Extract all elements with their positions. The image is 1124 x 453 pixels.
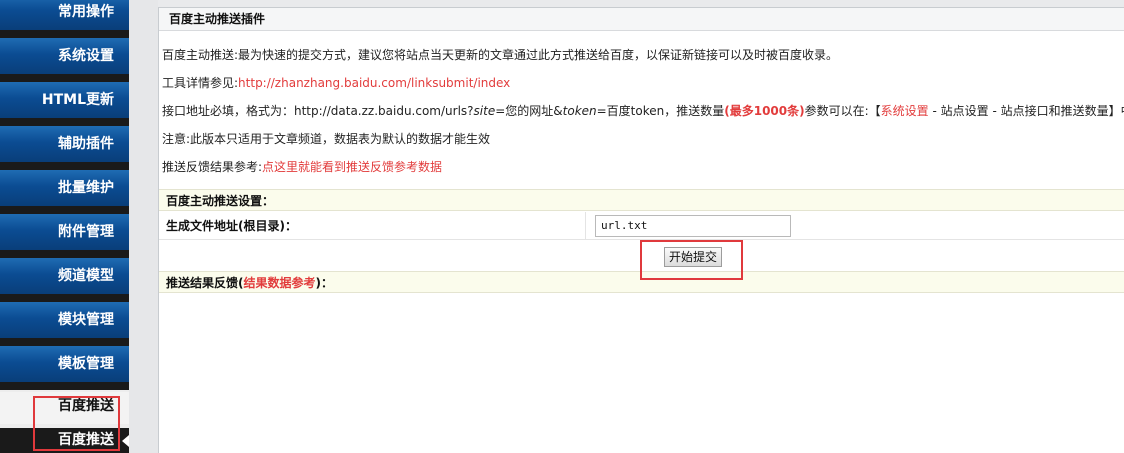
- result-label: 推送结果反馈(: [166, 276, 244, 290]
- tool-info: 工具详情参见:http://zhanzhang.baidu.com/linksu…: [162, 74, 510, 91]
- api-text: =百度token，推送数量: [596, 104, 725, 118]
- sidebar-item-batch-maintenance[interactable]: 批量维护: [0, 170, 129, 206]
- api-max-count: (最多1000条): [724, 104, 805, 118]
- sidebar-item-label: 模块管理: [58, 312, 114, 328]
- sidebar-item-html-update[interactable]: HTML更新: [0, 82, 129, 118]
- file-path-input[interactable]: url.txt: [595, 215, 791, 237]
- sidebar-item-label: 附件管理: [58, 224, 114, 240]
- sidebar-item-channel-model[interactable]: 频道模型: [0, 258, 129, 294]
- sidebar-item-label: 频道模型: [58, 268, 114, 284]
- main-panel: 百度主动推送插件 百度主动推送:最为快速的提交方式，建议您将站点当天更新的文章通…: [158, 7, 1124, 453]
- sidebar-item-baidu-push-active[interactable]: 百度推送: [0, 428, 129, 453]
- sidebar-separator: [0, 294, 129, 302]
- sidebar-separator: [0, 382, 129, 390]
- file-path-row: 生成文件地址(根目录)： url.txt: [159, 212, 1124, 240]
- api-text: 接口地址必填，格式为：http://data.zz.baidu.com/urls…: [162, 104, 474, 118]
- sidebar-separator: [0, 206, 129, 214]
- sidebar-item-label: 百度推送: [58, 398, 114, 414]
- api-site-param: site: [473, 104, 496, 118]
- active-arrow-icon: [122, 435, 129, 447]
- tool-info-label: 工具详情参见:: [162, 76, 239, 90]
- feedback-label: 推送反馈结果参考:: [162, 160, 263, 174]
- api-info: 接口地址必填，格式为：http://data.zz.baidu.com/urls…: [162, 102, 1124, 119]
- sidebar-separator: [0, 338, 129, 346]
- sidebar-item-label: 百度推送: [58, 432, 114, 448]
- note-text: 注意:此版本只适用于文章频道，数据表为默认的数据才能生效: [162, 132, 491, 146]
- sidebar: 常用操作 系统设置 HTML更新 辅助插件 批量维护 附件管理 频道模型 模块管…: [0, 0, 129, 453]
- settings-header: 百度主动推送设置：: [159, 189, 1124, 211]
- sidebar-item-label: HTML更新: [41, 92, 114, 108]
- sidebar-separator: [0, 74, 129, 82]
- sidebar-item-label: 辅助插件: [58, 136, 114, 152]
- tool-link[interactable]: http://zhanzhang.baidu.com/linksubmit/in…: [238, 76, 510, 90]
- intro-text: 百度主动推送:最为快速的提交方式，建议您将站点当天更新的文章通过此方式推送给百度…: [162, 48, 839, 62]
- sidebar-separator: [0, 162, 129, 170]
- sidebar-item-plugins[interactable]: 辅助插件: [0, 126, 129, 162]
- system-settings-link[interactable]: 系统设置: [881, 104, 929, 118]
- gutter: [129, 0, 158, 453]
- sidebar-item-modules[interactable]: 模块管理: [0, 302, 129, 338]
- sidebar-item-label: 常用操作: [58, 4, 114, 20]
- sidebar-item-label: 模板管理: [58, 356, 114, 372]
- sidebar-item-label: 批量维护: [58, 180, 114, 196]
- sidebar-item-templates[interactable]: 模板管理: [0, 346, 129, 382]
- sidebar-item-common-ops[interactable]: 常用操作: [0, 0, 129, 30]
- column-divider: [585, 212, 586, 240]
- feedback-link[interactable]: 点这里就能看到推送反馈参考数据: [262, 160, 442, 174]
- file-path-label: 生成文件地址(根目录)：: [166, 219, 297, 233]
- api-text: =您的网址&: [495, 104, 563, 118]
- sidebar-item-label: 系统设置: [58, 48, 114, 64]
- api-text: - 站点设置 - 站点接口和推送数量】中调: [928, 104, 1124, 118]
- result-data-link[interactable]: 结果数据参考: [244, 276, 316, 290]
- sidebar-item-system-settings[interactable]: 系统设置: [0, 38, 129, 74]
- panel-title: 百度主动推送插件: [159, 8, 1124, 31]
- feedback-info: 推送反馈结果参考:点这里就能看到推送反馈参考数据: [162, 158, 442, 175]
- sidebar-separator: [0, 118, 129, 126]
- sidebar-subheading-baidu-push[interactable]: 百度推送: [0, 392, 129, 424]
- sidebar-separator: [0, 250, 129, 258]
- api-token-param: token: [562, 104, 597, 118]
- result-header: 推送结果反馈(结果数据参考)：: [159, 271, 1124, 293]
- sidebar-item-attachments[interactable]: 附件管理: [0, 214, 129, 250]
- sidebar-separator: [0, 30, 129, 38]
- start-submit-button[interactable]: 开始提交: [664, 247, 722, 267]
- api-text: 参数可以在:【: [804, 104, 881, 118]
- result-label-suffix: )：: [315, 276, 334, 290]
